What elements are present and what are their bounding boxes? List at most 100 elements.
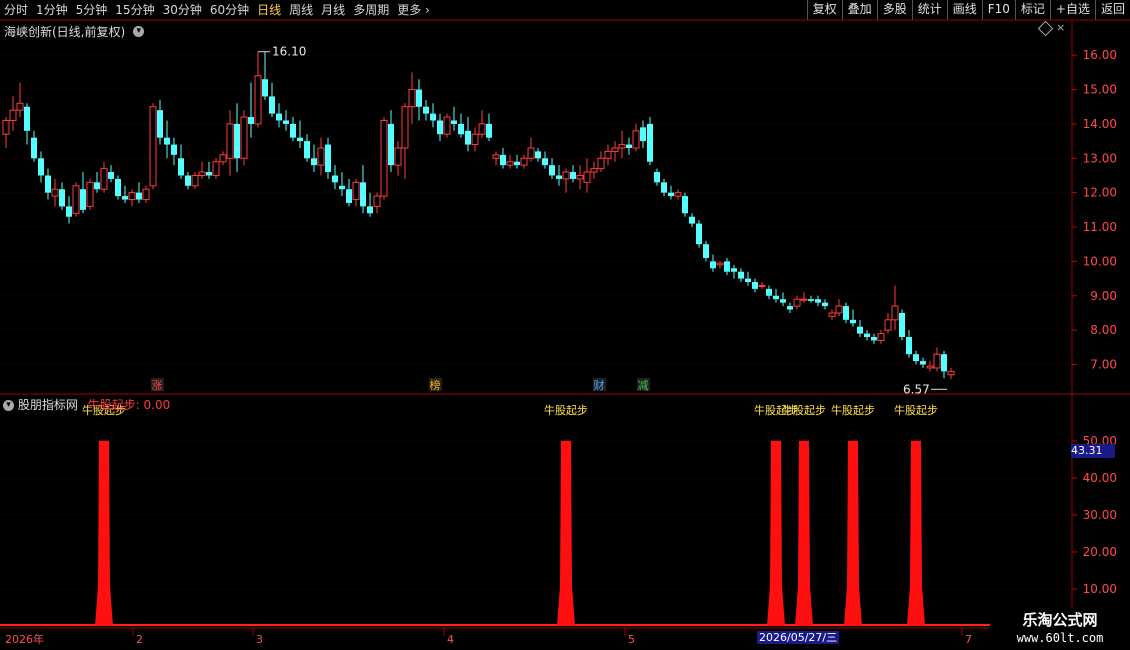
candle-body-down — [31, 137, 37, 159]
candle-body-up — [562, 171, 570, 180]
candle-body-up — [793, 298, 801, 307]
candle-body-down — [360, 182, 366, 207]
candle-body-down — [136, 192, 142, 200]
candle-body-down — [514, 161, 520, 166]
candle-body-down — [451, 120, 457, 124]
candle-body-down — [556, 175, 562, 179]
candle-body-up — [604, 150, 612, 159]
indicator-y-tick-label: 30.00 — [1083, 508, 1117, 522]
candle-body-down — [178, 158, 184, 176]
candle-body-up — [16, 102, 24, 111]
candle-body-up — [716, 262, 724, 266]
date-axis-label: 5 — [628, 633, 635, 646]
candle-body-down — [654, 172, 660, 183]
signal-bar — [95, 440, 113, 626]
candle-body-up — [380, 119, 388, 197]
candle-body-down — [822, 302, 828, 307]
candle-body-down — [206, 172, 212, 176]
main-y-tick-label: 10.00 — [1083, 254, 1117, 268]
candle-body-down — [871, 337, 877, 341]
candle-body-down — [535, 151, 541, 159]
logo-url: www.60lt.com — [1016, 631, 1104, 645]
signal-label: 牛股起步 — [544, 403, 588, 417]
candle-body-up — [352, 181, 360, 201]
candle-body-down — [899, 312, 905, 338]
candle-body-down — [38, 158, 44, 176]
candle-body-down — [24, 106, 30, 131]
signal-label: 牛股起步 — [831, 403, 875, 417]
candle-body-up — [933, 353, 941, 369]
candle-body-down — [780, 299, 786, 303]
candle-body-down — [570, 172, 576, 179]
candle-body-up — [2, 119, 10, 135]
candle-body-down — [59, 189, 65, 207]
candle-body-up — [72, 185, 80, 214]
date-axis-start: 2026年 — [5, 632, 44, 646]
main-y-tick-label: 11.00 — [1083, 220, 1117, 234]
low-label: 6.57 — [903, 382, 930, 396]
candle-body-up — [219, 154, 227, 163]
candle-body-down — [486, 123, 492, 138]
candle-body-down — [276, 113, 282, 121]
close-icon[interactable]: × — [1056, 21, 1065, 34]
candle-body-up — [142, 188, 150, 201]
indicator-y-tick-label: 20.00 — [1083, 545, 1117, 559]
candle-body-down — [640, 127, 646, 142]
candle-body-down — [864, 333, 870, 338]
candle-body-up — [527, 147, 535, 159]
candle-body-down — [815, 299, 821, 303]
kline-chart[interactable]: 7.00 8.00 9.00 10.00 11.00 12.00 13.00 14.00 15.… — [0, 0, 1130, 650]
candle-body-down — [843, 306, 849, 320]
cursor-date: 2026/05/27/三 — [757, 631, 840, 644]
signal-label: 牛股起步 — [894, 403, 938, 417]
candle-body-up — [100, 168, 108, 190]
candle-body-up — [394, 147, 402, 166]
stock-label: 海峡创新(日线,前复权) — [4, 25, 126, 39]
chevron-down-icon[interactable]: ▾ — [133, 26, 145, 37]
candle-body-down — [283, 120, 289, 124]
candle-body-down — [332, 175, 338, 183]
candle-body-up — [149, 106, 157, 187]
candle-body-down — [724, 261, 730, 272]
main-y-tick-label: 16.00 — [1083, 48, 1117, 62]
candle-body-down — [269, 96, 275, 114]
signal-bar — [795, 440, 813, 626]
candle-body-up — [492, 154, 500, 159]
candle-body-down — [626, 144, 632, 148]
event-marker: 涨 — [152, 379, 163, 392]
candle-body-up — [590, 168, 598, 173]
candle-body-down — [430, 113, 436, 121]
candle-body-up — [9, 109, 17, 121]
candle-body-down — [850, 319, 856, 324]
candle-body-down — [661, 182, 667, 193]
candle-body-up — [443, 116, 451, 135]
signal-label: 牛股起步 — [782, 403, 826, 417]
site-logo: 乐淘公式网 www.60lt.com — [990, 608, 1130, 650]
candle-body-up — [51, 188, 59, 197]
candle-body-down — [423, 106, 429, 114]
candle-body-up — [947, 370, 955, 376]
logo-text: 乐淘公式网 — [1022, 611, 1098, 629]
signal-bar — [907, 440, 925, 626]
candle-body-down — [185, 175, 191, 186]
candle-body-down — [290, 123, 296, 138]
candle-body-up — [583, 171, 591, 183]
candle-body-down — [311, 158, 317, 166]
candle-body-down — [752, 282, 758, 289]
signal-bar — [844, 440, 862, 626]
candle-body-up — [618, 144, 626, 149]
candle-body-down — [913, 354, 919, 362]
main-y-tick-label: 8.00 — [1090, 323, 1117, 337]
candle-body-up — [835, 305, 843, 314]
candle-body-up — [611, 147, 619, 152]
candle-body-down — [941, 354, 947, 372]
candle-body-down — [115, 178, 121, 197]
candle-body-down — [157, 110, 163, 138]
candle-body-up — [191, 174, 199, 187]
indicator-y-tick-label: 40.00 — [1083, 471, 1117, 485]
candle-body-up — [877, 333, 885, 341]
candle-body-down — [339, 185, 345, 190]
candle-body-down — [787, 306, 793, 310]
candle-body-up — [926, 365, 934, 369]
chevron-down-icon[interactable]: ▾ — [3, 400, 14, 411]
